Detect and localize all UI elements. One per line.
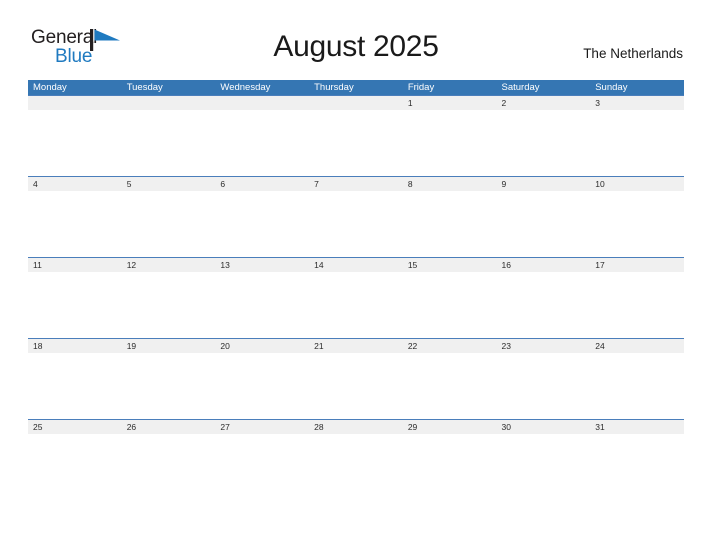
day-cell[interactable] (403, 272, 497, 338)
day-cell[interactable] (215, 434, 309, 500)
day-cell[interactable] (122, 353, 216, 419)
day-number[interactable]: 1 (403, 96, 497, 110)
day-cell[interactable] (403, 434, 497, 500)
calendar-week-row: 25 26 27 28 29 30 31 (28, 419, 684, 500)
week-date-band: 4 5 6 7 8 9 10 (28, 176, 684, 191)
day-cell[interactable] (497, 353, 591, 419)
region-label: The Netherlands (583, 46, 683, 61)
day-cell[interactable] (122, 272, 216, 338)
week-body-row (28, 272, 684, 338)
day-number[interactable]: 12 (122, 258, 216, 272)
day-number[interactable]: 19 (122, 339, 216, 353)
day-cell[interactable] (497, 191, 591, 257)
day-number[interactable]: 27 (215, 420, 309, 434)
day-cell[interactable] (309, 191, 403, 257)
day-cell[interactable] (122, 110, 216, 176)
calendar-week-row: 4 5 6 7 8 9 10 (28, 176, 684, 257)
weekday-header-sunday: Sunday (595, 82, 628, 93)
day-number[interactable]: 11 (28, 258, 122, 272)
day-number[interactable] (215, 96, 309, 110)
day-number[interactable]: 9 (497, 177, 591, 191)
day-cell[interactable] (590, 434, 684, 500)
day-number[interactable]: 7 (309, 177, 403, 191)
day-cell[interactable] (403, 191, 497, 257)
week-date-band: 25 26 27 28 29 30 31 (28, 419, 684, 434)
day-number[interactable]: 28 (309, 420, 403, 434)
day-cell[interactable] (309, 110, 403, 176)
week-date-band: 11 12 13 14 15 16 17 (28, 257, 684, 272)
day-number[interactable]: 2 (497, 96, 591, 110)
calendar-page: General Blue August 2025 The Netherlands… (0, 0, 712, 550)
day-number[interactable]: 30 (497, 420, 591, 434)
day-number[interactable]: 23 (497, 339, 591, 353)
week-body-row (28, 110, 684, 176)
day-cell[interactable] (590, 353, 684, 419)
day-cell[interactable] (590, 272, 684, 338)
day-cell[interactable] (28, 434, 122, 500)
week-date-band: 1 2 3 (28, 95, 684, 110)
calendar-week-row: 18 19 20 21 22 23 24 (28, 338, 684, 419)
day-number[interactable]: 10 (590, 177, 684, 191)
day-cell[interactable] (497, 272, 591, 338)
day-cell[interactable] (309, 434, 403, 500)
day-cell[interactable] (215, 110, 309, 176)
weekday-header-monday: Monday (33, 82, 67, 93)
week-body-row (28, 353, 684, 419)
day-cell[interactable] (309, 353, 403, 419)
calendar-grid: Monday Tuesday Wednesday Thursday Friday… (28, 80, 684, 500)
weekday-header-tuesday: Tuesday (126, 82, 163, 93)
day-number[interactable] (122, 96, 216, 110)
day-number[interactable]: 3 (590, 96, 684, 110)
day-cell[interactable] (403, 110, 497, 176)
day-cell[interactable] (28, 110, 122, 176)
week-body-row (28, 434, 684, 500)
day-cell[interactable] (215, 272, 309, 338)
day-number[interactable]: 6 (215, 177, 309, 191)
day-number[interactable]: 26 (122, 420, 216, 434)
page-header: General Blue August 2025 The Netherlands (0, 0, 712, 78)
day-number[interactable]: 5 (122, 177, 216, 191)
week-date-band: 18 19 20 21 22 23 24 (28, 338, 684, 353)
day-number[interactable]: 13 (215, 258, 309, 272)
calendar-week-row: 11 12 13 14 15 16 17 (28, 257, 684, 338)
week-body-row (28, 191, 684, 257)
day-number[interactable]: 29 (403, 420, 497, 434)
day-number[interactable]: 15 (403, 258, 497, 272)
day-cell[interactable] (497, 110, 591, 176)
day-number[interactable]: 22 (403, 339, 497, 353)
weekday-header-saturday: Saturday (501, 82, 540, 93)
calendar-week-row: 1 2 3 (28, 95, 684, 176)
day-cell[interactable] (309, 272, 403, 338)
day-number[interactable]: 21 (309, 339, 403, 353)
day-number[interactable]: 16 (497, 258, 591, 272)
day-cell[interactable] (28, 272, 122, 338)
day-cell[interactable] (28, 191, 122, 257)
weekday-header-thursday: Thursday (314, 82, 354, 93)
day-number[interactable]: 24 (590, 339, 684, 353)
day-number[interactable]: 17 (590, 258, 684, 272)
day-cell[interactable] (122, 191, 216, 257)
day-number[interactable]: 20 (215, 339, 309, 353)
day-cell[interactable] (28, 353, 122, 419)
day-cell[interactable] (122, 434, 216, 500)
weekday-header-friday: Friday (407, 82, 435, 93)
day-number[interactable]: 25 (28, 420, 122, 434)
weekday-header-row: Monday Tuesday Wednesday Thursday Friday… (28, 80, 684, 95)
day-cell[interactable] (215, 191, 309, 257)
weekday-header-wednesday: Wednesday (220, 82, 271, 93)
day-number[interactable] (28, 96, 122, 110)
day-number[interactable]: 14 (309, 258, 403, 272)
day-cell[interactable] (215, 353, 309, 419)
day-cell[interactable] (497, 434, 591, 500)
day-number[interactable] (309, 96, 403, 110)
day-cell[interactable] (403, 353, 497, 419)
day-number[interactable]: 18 (28, 339, 122, 353)
day-cell[interactable] (590, 110, 684, 176)
day-cell[interactable] (590, 191, 684, 257)
day-number[interactable]: 4 (28, 177, 122, 191)
day-number[interactable]: 8 (403, 177, 497, 191)
day-number[interactable]: 31 (590, 420, 684, 434)
